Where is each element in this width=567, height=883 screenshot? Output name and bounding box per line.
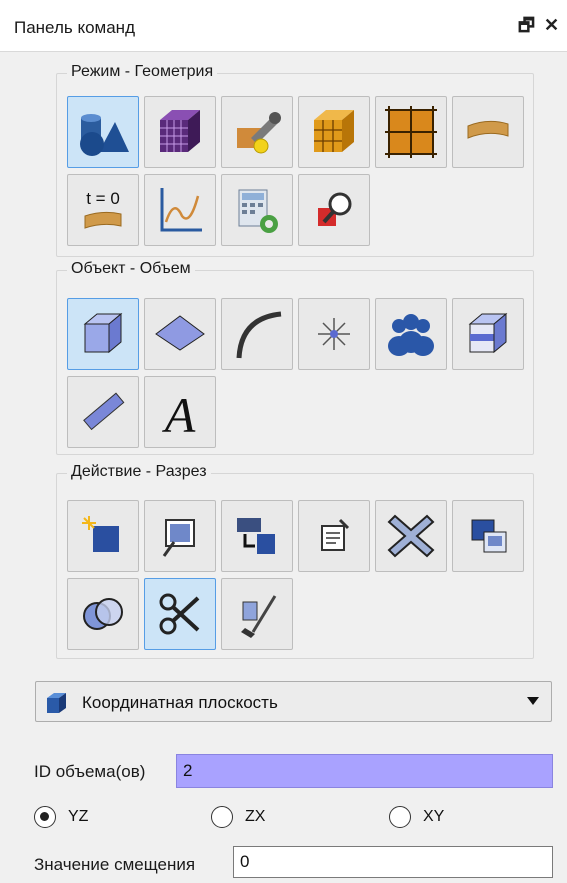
group-icon <box>388 314 434 356</box>
close-icon[interactable]: ✕ <box>544 15 559 35</box>
t0-label: t = 0 <box>86 189 120 208</box>
surface-icon <box>155 315 205 351</box>
boolean-icon <box>83 598 123 630</box>
text-a-icon: A <box>162 387 196 440</box>
inspect-icon <box>318 192 352 226</box>
radio-xy[interactable]: XY <box>389 806 444 828</box>
geometry-mode-button[interactable] <box>67 96 139 168</box>
mode-group-title: Режим - Геометрия <box>67 63 218 81</box>
create-button[interactable] <box>67 500 139 572</box>
sidesets-button[interactable] <box>375 96 447 168</box>
panel-titlebar: Панель команд 🗗 ✕ <box>0 0 567 52</box>
copy-icon <box>471 519 507 553</box>
object-group-title: Объект - Объем <box>67 260 195 278</box>
modify-button[interactable] <box>144 500 216 572</box>
radio-yz-label: YZ <box>68 808 89 825</box>
volume-id-label: ID объема(ов) <box>34 762 146 781</box>
webcut-icon <box>159 593 200 635</box>
curve-arc-icon <box>236 311 282 359</box>
sidesets-icon <box>385 106 437 158</box>
vertex-icon <box>318 318 350 350</box>
float-window-icon[interactable]: 🗗 <box>518 15 535 35</box>
vertex-button[interactable] <box>298 298 370 370</box>
curve-button[interactable] <box>221 298 293 370</box>
t0-icon: t = 0 <box>84 189 122 229</box>
mesh-icon <box>160 110 200 152</box>
calculator-settings-icon <box>238 189 278 233</box>
webcut-button[interactable] <box>144 578 216 650</box>
body-button[interactable] <box>452 298 524 370</box>
geometry-icon <box>80 114 129 156</box>
create-icon <box>82 516 119 552</box>
action-group-title: Действие - Разрез <box>67 463 211 481</box>
text-a-glyph: A <box>162 387 196 440</box>
cube-icon <box>47 693 66 713</box>
properties-icon <box>321 518 350 551</box>
cleanup-button[interactable] <box>221 578 293 650</box>
dropdown-selected-value: Координатная плоскость <box>82 693 278 712</box>
curve-plot-icon <box>160 188 202 232</box>
blocks-button[interactable] <box>298 96 370 168</box>
inspect-button[interactable] <box>298 174 370 246</box>
blocks-icon <box>314 110 354 152</box>
cleanup-icon <box>241 595 277 638</box>
measure-button[interactable] <box>67 376 139 448</box>
radio-zx-circle[interactable] <box>211 806 233 828</box>
delete-icon <box>387 514 435 558</box>
text-button[interactable]: A <box>144 376 216 448</box>
radio-xy-circle[interactable] <box>389 806 411 828</box>
material-strip-button[interactable] <box>452 96 524 168</box>
radio-xy-label: XY <box>423 808 445 825</box>
offset-value-label: Значение смещения <box>34 855 196 874</box>
body-icon <box>468 312 508 354</box>
group-button[interactable] <box>375 298 447 370</box>
radio-yz[interactable]: YZ <box>34 806 88 828</box>
transform-icon <box>237 518 275 554</box>
surface-button[interactable] <box>144 298 216 370</box>
boolean-button[interactable] <box>67 578 139 650</box>
boundary-conditions-icon <box>237 112 281 154</box>
chevron-down-icon[interactable] <box>527 697 539 705</box>
boundary-conditions-button[interactable] <box>221 96 293 168</box>
measure-ruler-icon <box>83 392 125 431</box>
volume-button[interactable] <box>67 298 139 370</box>
volume-id-input[interactable] <box>176 754 553 788</box>
radio-zx-label: ZX <box>245 808 266 825</box>
offset-value-input[interactable] <box>233 846 553 878</box>
panel-title: Панель команд <box>14 18 135 37</box>
properties-button[interactable] <box>298 500 370 572</box>
modify-icon <box>162 519 195 557</box>
volume-cube-icon <box>83 312 123 354</box>
initial-condition-button[interactable]: t = 0 <box>67 174 139 246</box>
curve-plot-button[interactable] <box>144 174 216 246</box>
command-dropdown[interactable]: Координатная плоскость <box>35 681 552 722</box>
copy-button[interactable] <box>452 500 524 572</box>
transform-button[interactable] <box>221 500 293 572</box>
delete-button[interactable] <box>375 500 447 572</box>
material-strip-icon <box>467 120 509 139</box>
radio-zx[interactable]: ZX <box>211 806 265 828</box>
radio-yz-circle[interactable] <box>34 806 56 828</box>
calculator-settings-button[interactable] <box>221 174 293 246</box>
mesh-mode-button[interactable] <box>144 96 216 168</box>
